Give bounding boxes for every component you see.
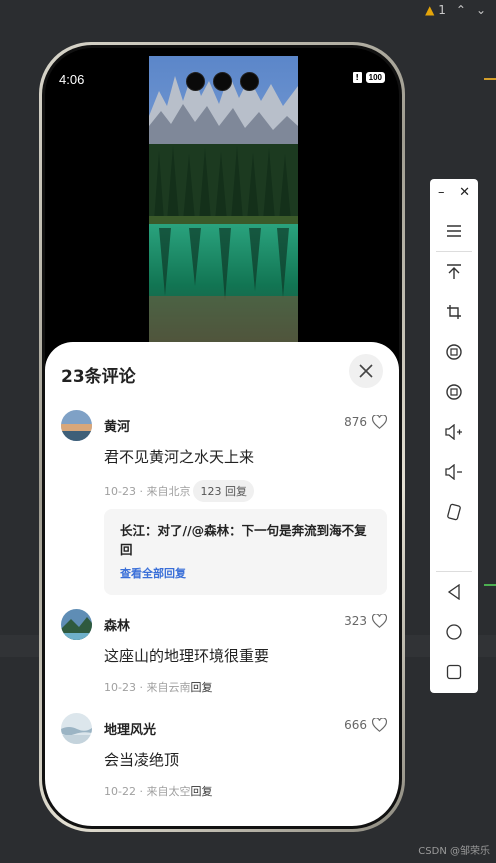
divider — [436, 251, 472, 252]
comment-item: 黄河 876 君不见黄河之水天上来 10-23 · 来自北京 123 回复 长江… — [61, 410, 387, 600]
rotate-left-icon — [446, 344, 462, 360]
comment-meta: 10-22 · 来自太空 回复 — [104, 783, 212, 799]
crop-icon — [447, 305, 461, 319]
chevron-down-icon[interactable]: ⌄ — [476, 3, 486, 17]
heart-icon — [372, 415, 387, 429]
reply-button[interactable]: 123 回复 — [193, 480, 254, 502]
camera-lens — [186, 72, 205, 91]
mountain-lake-image — [149, 56, 298, 346]
ide-marker — [484, 78, 496, 80]
reply-preview[interactable]: 长江：对了//@森林：下一句是奔流到海不复回 查看全部回复 — [104, 509, 387, 595]
video-frame[interactable] — [149, 56, 298, 346]
rotate-right-icon — [446, 384, 462, 400]
volume-up-icon — [445, 424, 462, 440]
menu-icon — [447, 225, 461, 237]
avatar[interactable] — [61, 410, 92, 441]
top-button[interactable] — [430, 257, 478, 287]
top-icon — [447, 264, 461, 279]
back-icon — [447, 584, 460, 600]
recent-apps-button[interactable] — [430, 657, 478, 687]
comment-author[interactable]: 森林 — [104, 615, 130, 634]
volume-up-button[interactable] — [430, 417, 478, 447]
avatar[interactable] — [61, 609, 92, 640]
volume-down-button[interactable] — [430, 457, 478, 487]
camera-lens — [240, 72, 259, 91]
comment-item: 地理风光 666 会当凌绝顶 10-22 · 来自太空 回复 — [61, 713, 387, 808]
emulator-toolbar: – ✕ — [430, 179, 478, 693]
phone-screen: 4:06 ! 100 23条评论 黄河 876 君不见黄河之水天上来 10-23… — [45, 48, 399, 826]
minimize-icon[interactable]: – — [438, 185, 445, 200]
battery-icon: 100 — [365, 72, 385, 83]
phone-bezel: 4:06 ! 100 23条评论 黄河 876 君不见黄河之水天上来 10-23… — [42, 45, 402, 829]
like-count: 876 — [344, 415, 367, 429]
status-icons: ! 100 — [352, 72, 385, 83]
phone-frame: 4:06 ! 100 23条评论 黄河 876 君不见黄河之水天上来 10-23… — [39, 42, 405, 832]
heart-icon — [372, 718, 387, 732]
rotate-left-button[interactable] — [430, 337, 478, 367]
comment-meta: 10-23 · 来自北京 123 回复 — [104, 480, 254, 502]
heart-icon — [372, 614, 387, 628]
warning-count: 1 — [438, 3, 446, 17]
reply-button[interactable]: 回复 — [190, 783, 212, 799]
status-time: 4:06 — [59, 72, 85, 87]
like-button[interactable]: 876 — [344, 415, 387, 429]
fold-button[interactable] — [430, 497, 478, 527]
close-icon[interactable]: ✕ — [459, 185, 470, 200]
comment-author[interactable]: 黄河 — [104, 416, 130, 435]
comment-author[interactable]: 地理风光 — [104, 719, 156, 738]
warning-triangle-icon: ▲ — [425, 3, 435, 17]
menu-button[interactable] — [430, 216, 478, 246]
comment-date-location: 10-23 · 来自北京 — [104, 485, 191, 498]
comment-item: 森林 323 这座山的地理环境很重要 10-23 · 来自云南 回复 — [61, 609, 387, 704]
chevron-up-icon[interactable]: ⌃ — [456, 3, 466, 17]
volume-down-icon — [445, 464, 462, 480]
comments-title: 23条评论 — [61, 367, 136, 387]
comment-date-location: 10-22 · 来自太空 — [104, 785, 191, 798]
reply-button[interactable]: 回复 — [190, 679, 212, 695]
crop-button[interactable] — [430, 297, 478, 327]
like-button[interactable]: 666 — [344, 718, 387, 732]
close-icon — [359, 364, 373, 378]
rotate-right-button[interactable] — [430, 377, 478, 407]
watermark: CSDN @邹荣乐 — [418, 846, 490, 857]
fold-icon — [447, 503, 461, 521]
camera-cutout — [186, 72, 259, 91]
reply-preview-text: 长江：对了//@森林：下一句是奔流到海不复回 — [120, 523, 367, 557]
toolbar-window-controls: – ✕ — [430, 179, 478, 200]
like-button[interactable]: 323 — [344, 614, 387, 628]
comment-text: 君不见黄河之水天上来 — [104, 448, 255, 466]
comment-date-location: 10-23 · 来自云南 — [104, 681, 191, 694]
sim-alert-icon: ! — [352, 72, 362, 83]
home-icon — [446, 624, 462, 640]
comment-meta: 10-23 · 来自云南 回复 — [104, 679, 212, 695]
like-count: 666 — [344, 718, 367, 732]
avatar[interactable] — [61, 713, 92, 744]
recent-icon — [446, 664, 462, 680]
comment-text: 这座山的地理环境很重要 — [104, 647, 270, 665]
camera-lens — [213, 72, 232, 91]
like-count: 323 — [344, 614, 367, 628]
ide-top-bar: ▲ 1 ⌃ ⌄ — [425, 3, 486, 17]
ide-marker — [484, 584, 496, 586]
warning-indicator[interactable]: ▲ 1 — [425, 3, 446, 17]
view-all-replies-link[interactable]: 查看全部回复 — [120, 565, 371, 581]
back-button[interactable] — [430, 577, 478, 607]
comments-sheet: 23条评论 黄河 876 君不见黄河之水天上来 10-23 · 来自北京 123… — [45, 342, 399, 826]
home-button[interactable] — [430, 617, 478, 647]
comment-text: 会当凌绝顶 — [104, 751, 180, 769]
close-button[interactable] — [349, 354, 383, 388]
divider — [436, 571, 472, 572]
